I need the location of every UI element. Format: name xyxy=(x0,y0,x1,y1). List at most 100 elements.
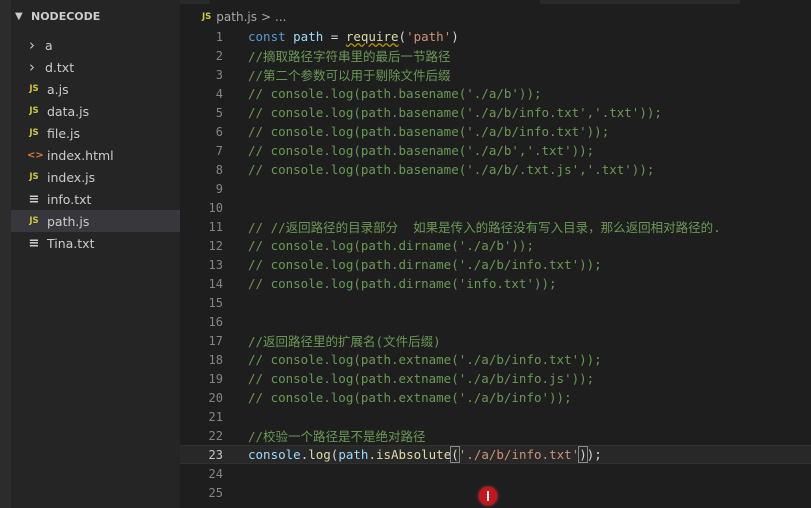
line-number: 1 xyxy=(215,29,223,44)
tree-item-label: index.html xyxy=(47,147,114,163)
code-token: // console.log(path.dirname('./a/b')); xyxy=(248,238,534,253)
code-line[interactable]: 14 // console.log(path.dirname('info.txt'… xyxy=(180,274,811,293)
code-text: // console.log(path.basename('./a/b')); xyxy=(223,86,542,101)
line-number: 7 xyxy=(215,143,223,158)
tree-item[interactable]: JS data.js xyxy=(11,100,180,122)
code-text: // console.log(path.basename('./a/b/info… xyxy=(223,105,662,120)
code-line[interactable]: 20 // console.log(path.extname('./a/b/inf… xyxy=(180,388,811,407)
code-line[interactable]: 13 // console.log(path.dirname('./a/b/inf… xyxy=(180,255,811,274)
code-line[interactable]: 4 // console.log(path.basename('./a/b')); xyxy=(180,84,811,103)
code-token: // console.log(path.basename('./a/b/.txt… xyxy=(248,162,655,177)
tree-item[interactable]: JS path.js xyxy=(11,210,180,232)
code-token: path xyxy=(338,447,369,462)
code-line[interactable]: 22 //校验一个路径是不是绝对路径 xyxy=(180,426,811,445)
line-number: 15 xyxy=(208,295,223,310)
text-file-icon: ≡ xyxy=(28,191,40,207)
code-token: log xyxy=(308,447,331,462)
code-line[interactable]: 15 xyxy=(180,293,811,312)
line-number: 8 xyxy=(215,162,223,177)
tab-strip-edge xyxy=(540,0,740,4)
js-file-icon: JS xyxy=(29,172,39,182)
line-number: 19 xyxy=(208,371,223,386)
line-number: 24 xyxy=(208,466,223,481)
tree-item-label: index.js xyxy=(47,169,96,185)
code-token: console xyxy=(248,447,301,462)
code-text: // console.log(path.basename('./a/b/info… xyxy=(223,124,609,139)
code-line[interactable]: 19 // console.log(path.extname('./a/b/inf… xyxy=(180,369,811,388)
js-file-icon: JS xyxy=(29,128,39,138)
code-line[interactable]: 3 //第二个参数可以用于剔除文件后缀 xyxy=(180,65,811,84)
line-number: 9 xyxy=(215,181,223,196)
tab-strip-edge xyxy=(180,0,210,4)
line-number: 14 xyxy=(208,276,223,291)
chevron-down-icon[interactable]: ▼ xyxy=(15,0,27,34)
code-token: ); xyxy=(586,447,602,462)
js-file-icon: JS xyxy=(202,12,212,22)
tree-item[interactable]: › a xyxy=(11,34,180,56)
code-line[interactable]: 18 // console.log(path.extname('./a/b/inf… xyxy=(180,350,811,369)
code-text: // console.log(path.basename('./a/b/.txt… xyxy=(223,162,654,177)
code-line[interactable]: 6 // console.log(path.basename('./a/b/inf… xyxy=(180,122,811,141)
code-token: ( xyxy=(398,29,407,44)
code-token: //摘取路径字符串里的最后一节路径 xyxy=(248,49,451,64)
code-token: isAbsolute xyxy=(375,447,452,462)
explorer-header[interactable]: ▼ NODECODE xyxy=(11,0,180,34)
code-line[interactable]: 1 const path = require('path') xyxy=(180,27,811,46)
tree-item-label: data.js xyxy=(47,103,90,119)
html-file-icon: <> xyxy=(27,149,44,161)
line-number: 12 xyxy=(208,238,223,253)
code-line[interactable]: 21 xyxy=(180,407,811,426)
code-token: // console.log(path.extname('./a/b/info'… xyxy=(248,390,572,405)
tree-item-label: Tina.txt xyxy=(47,235,95,251)
tree-item[interactable]: ≡ info.txt xyxy=(11,188,180,210)
code-token: = xyxy=(323,29,346,44)
line-number: 22 xyxy=(208,428,223,443)
tree-item-label: file.js xyxy=(47,125,80,141)
tree-item[interactable]: <> index.html xyxy=(11,144,180,166)
tree-item[interactable]: JS index.js xyxy=(11,166,180,188)
js-file-icon: JS xyxy=(29,216,39,226)
code-text: //返回路径里的扩展名(文件后缀) xyxy=(223,331,441,350)
breadcrumb-tail[interactable]: ... xyxy=(275,10,286,24)
code-line[interactable]: 7 // console.log(path.basename('./a/b','.… xyxy=(180,141,811,160)
code-line[interactable]: 10 xyxy=(180,198,811,217)
code-text: // console.log(path.dirname('./a/b')); xyxy=(223,238,534,253)
code-line[interactable]: 11 // //返回路径的目录部分 如果是传入的路径没有写入目录，那么返回相对路径… xyxy=(180,217,811,236)
code-token: // //返回路径的目录部分 如果是传入的路径没有写入目录，那么返回相对路径的. xyxy=(248,220,721,235)
code-line[interactable]: 16 xyxy=(180,312,811,331)
code-line[interactable]: 8 // console.log(path.basename('./a/b/.tx… xyxy=(180,160,811,179)
code-token: // console.log(path.basename('./a/b/info… xyxy=(248,124,610,139)
line-number: 11 xyxy=(208,219,223,234)
code-area[interactable]: 1 const path = require('path') 2//摘取路径字符串里… xyxy=(180,27,811,502)
code-text: const path = require('path') xyxy=(223,29,459,44)
code-line[interactable]: 23 console.log(path.isAbsolute('./a/b/inf… xyxy=(180,445,811,464)
code-line[interactable]: 5 // console.log(path.basename('./a/b/inf… xyxy=(180,103,811,122)
chevron-right-icon: › xyxy=(29,36,35,54)
tree-item[interactable]: JS file.js xyxy=(11,122,180,144)
line-number: 13 xyxy=(208,257,223,272)
code-token: ) xyxy=(578,446,588,463)
line-number: 5 xyxy=(215,105,223,120)
code-token: // console.log(path.dirname('./a/b/info.… xyxy=(248,257,602,272)
code-token: const xyxy=(248,29,294,44)
code-text: // console.log(path.basename('./a/b','.t… xyxy=(223,143,594,158)
code-text: console.log(path.isAbsolute('./a/b/info.… xyxy=(223,446,602,463)
code-line[interactable]: 2 //摘取路径字符串里的最后一节路径 xyxy=(180,46,811,65)
explorer-sidebar: ▼ NODECODE › a › d.txt JS a.js JS data.js JS file… xyxy=(11,0,180,508)
line-number: 17 xyxy=(208,333,223,348)
tree-item[interactable]: ≡ Tina.txt xyxy=(11,232,180,254)
breadcrumb-file[interactable]: path.js xyxy=(216,10,257,24)
line-number: 2 xyxy=(215,48,223,63)
code-line[interactable]: 17 //返回路径里的扩展名(文件后缀) xyxy=(180,331,811,350)
mouse-cursor-icon xyxy=(479,487,497,505)
code-line[interactable]: 24 xyxy=(180,464,811,483)
code-line[interactable]: 9 xyxy=(180,179,811,198)
explorer-title: NODECODE xyxy=(31,10,101,23)
editor[interactable]: JS path.js > ... 1 const path = require('… xyxy=(180,0,811,508)
code-token: // console.log(path.extname('./a/b/info.… xyxy=(248,371,595,386)
tree-item[interactable]: › d.txt xyxy=(11,56,180,78)
code-line[interactable]: 12 // console.log(path.dirname('./a/b')); xyxy=(180,236,811,255)
line-number: 25 xyxy=(208,485,223,500)
code-token: './a/b/info.txt' xyxy=(458,447,580,462)
tree-item[interactable]: JS a.js xyxy=(11,78,180,100)
